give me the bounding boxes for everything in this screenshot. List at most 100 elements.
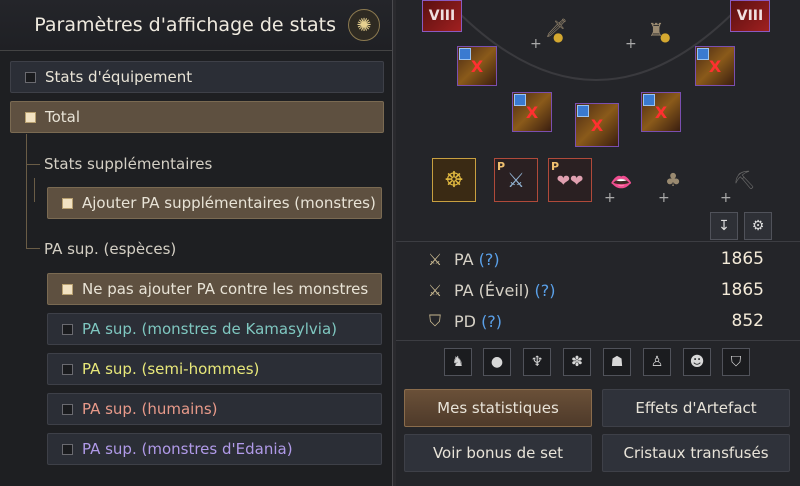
stat-awakening-ap: ⚔ PA (Éveil) (?) 1865 [424, 277, 764, 303]
crystal-slot[interactable]: X [695, 46, 735, 86]
divider [396, 340, 800, 341]
stat-name: PA [454, 249, 474, 269]
slot-marker: X [590, 115, 604, 135]
mask-icon[interactable]: ● [483, 348, 511, 376]
star-gear-icon: ✺ [348, 9, 380, 41]
species-heading: PA sup. (espèces) [44, 240, 177, 258]
crystal-slot-right[interactable]: VIII [730, 0, 770, 32]
option-add-ap-monsters[interactable]: Ajouter PA supplémentaires (monstres) [47, 187, 382, 219]
equip-slot-accessory[interactable]: P ❤❤ [548, 158, 592, 202]
help-link[interactable]: (?) [479, 250, 500, 269]
outfit-icon: ♣ [665, 170, 682, 191]
checkbox [62, 403, 73, 415]
checkbox [25, 71, 36, 83]
demon-icon[interactable]: ♆ [523, 348, 551, 376]
slot-badge: VIII [736, 8, 764, 24]
option-total[interactable]: Total [10, 101, 384, 133]
option-label: PA sup. (monstres de Kamasylvia) [82, 320, 338, 338]
help-link[interactable]: (?) [535, 281, 556, 300]
equip-type-icon [514, 94, 526, 106]
tree-line [26, 134, 27, 248]
slot-marker: X [470, 56, 484, 76]
tree-branch [26, 248, 40, 249]
equip-type-icon [697, 48, 709, 60]
tree-branch [26, 164, 40, 165]
equip-slot-weapon[interactable]: P ⚔ [494, 158, 538, 202]
slot-badge: VIII [428, 8, 456, 24]
stat-label: PA (Éveil) (?) [454, 281, 556, 300]
tree-line [34, 178, 35, 202]
beast-icon[interactable]: ♞ [444, 348, 472, 376]
my-stats-button[interactable]: Mes statistiques [404, 389, 592, 427]
wand-icon: ⚔ [507, 168, 525, 192]
extra-stats-heading: Stats supplémentaires [44, 155, 213, 173]
panel-header: Paramètres d'affichage de stats ✺ [0, 0, 392, 51]
shield-crest-icon[interactable]: ⛉ [722, 348, 750, 376]
option-label: PA sup. (humains) [82, 400, 218, 418]
equip-type-icon [577, 105, 589, 117]
stat-value: 852 [731, 311, 764, 331]
checkbox [25, 111, 36, 123]
glasses-icon: ❤❤ [556, 170, 584, 190]
species-option-kamasylvia[interactable]: PA sup. (monstres de Kamasylvia) [47, 313, 382, 345]
plus-icon: + [625, 36, 637, 52]
equip-type-icon [459, 48, 471, 60]
checkbox [62, 363, 73, 375]
sword-shield-toggle-icon[interactable]: ↧ [710, 212, 738, 240]
set-bonus-button[interactable]: Voir bonus de set [404, 434, 592, 472]
stat-value: 1865 [720, 249, 764, 269]
shield-icon: ⛉ [428, 311, 441, 330]
species-option-demihumans[interactable]: PA sup. (semi-hommes) [47, 353, 382, 385]
slot-marker: X [525, 102, 539, 122]
transfused-crystals-button[interactable]: Cristaux transfusés [602, 434, 790, 472]
divider [396, 241, 800, 242]
option-label: PA sup. (monstres d'Edania) [82, 440, 293, 458]
human-icon[interactable]: ☻ [683, 348, 711, 376]
coin-icon: ● [660, 30, 671, 44]
panel-title: Paramètres d'affichage de stats [34, 14, 336, 36]
humanoid-icon[interactable]: ♙ [643, 348, 671, 376]
emblem-icon: ☸ [444, 167, 464, 193]
crystal-slot[interactable]: X [641, 92, 681, 132]
species-option-humans[interactable]: PA sup. (humains) [47, 393, 382, 425]
checkbox [62, 443, 73, 455]
slot-marker: X [708, 56, 722, 76]
stat-dp: ⛉ PD (?) 852 [424, 308, 764, 334]
option-equip-stats[interactable]: Stats d'équipement [10, 61, 384, 93]
p-badge: P [551, 160, 560, 173]
p-badge: P [497, 160, 506, 173]
stat-label: PA (?) [454, 250, 500, 269]
species-option-none[interactable]: Ne pas ajouter PA contre les monstres [47, 273, 382, 305]
checkbox [62, 323, 73, 335]
option-label: Ne pas ajouter PA contre les monstres [82, 280, 369, 298]
crystal-slot[interactable]: X [575, 103, 619, 147]
gear-icon[interactable]: ⚙ [744, 212, 772, 240]
stat-ap: ⚔ PA (?) 1865 [424, 246, 764, 272]
checkbox [62, 197, 73, 209]
option-label: PA sup. (semi-hommes) [82, 360, 260, 378]
awakening-emblem-slot[interactable]: ☸ [432, 158, 476, 202]
option-label: Total [45, 108, 81, 126]
sword-icon: ⚔ [427, 249, 443, 269]
stat-label: PD (?) [454, 312, 502, 331]
lips-icon: 👄 [610, 172, 633, 193]
coin-icon: ● [553, 30, 564, 44]
ogre-icon[interactable]: ☗ [603, 348, 631, 376]
paw-icon[interactable]: ✽ [563, 348, 591, 376]
pickaxe-icon: ⛏ [733, 170, 756, 191]
plus-icon: + [658, 190, 670, 206]
crystal-slot[interactable]: X [512, 92, 552, 132]
awakening-sword-icon: ⚔ [427, 280, 443, 300]
checkbox [62, 283, 73, 295]
crystal-slot-left[interactable]: VIII [422, 0, 462, 32]
equip-type-icon [643, 94, 655, 106]
help-link[interactable]: (?) [481, 312, 502, 331]
crystal-slot[interactable]: X [457, 46, 497, 86]
artifact-effects-button[interactable]: Effets d'Artefact [602, 389, 790, 427]
option-label: Stats d'équipement [45, 68, 193, 86]
species-option-edania[interactable]: PA sup. (monstres d'Edania) [47, 433, 382, 465]
stat-name: PA (Éveil) [454, 280, 530, 300]
stat-name: PD [454, 311, 476, 331]
stat-value: 1865 [720, 280, 764, 300]
plus-icon: + [530, 36, 542, 52]
